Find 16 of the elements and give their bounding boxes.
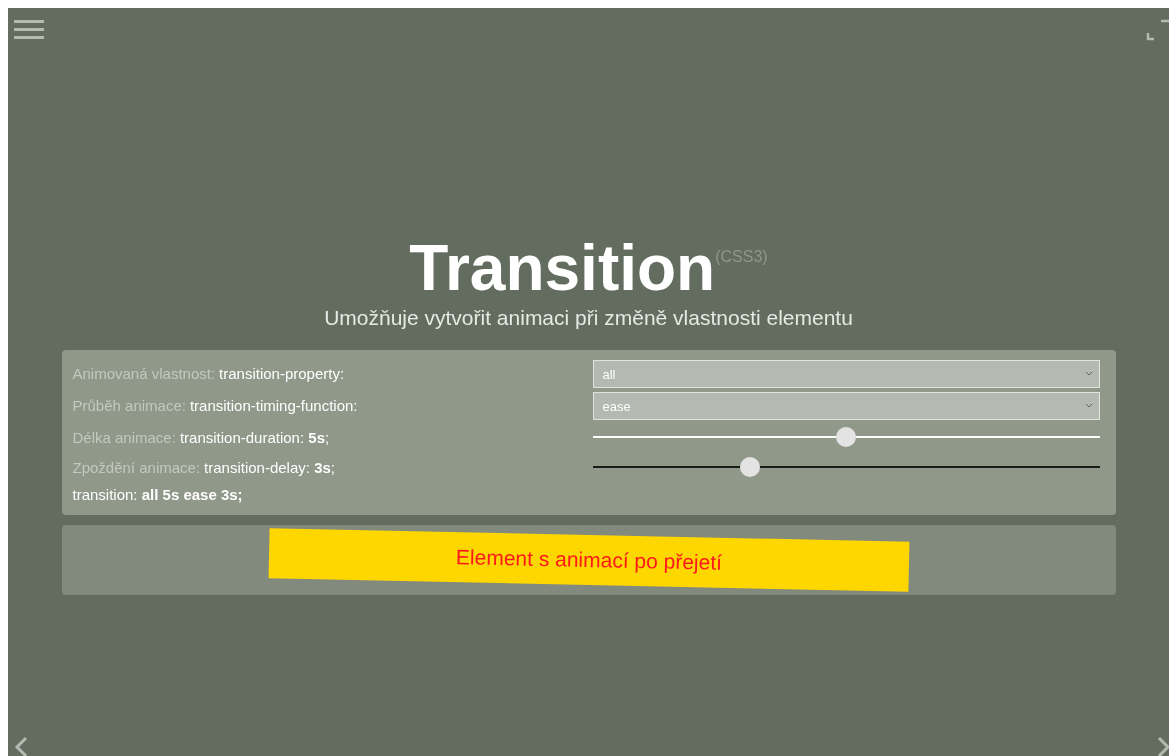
property-code: transition-property:	[219, 364, 345, 382]
chevron-down-icon	[1084, 403, 1093, 409]
chevron-down-icon	[1084, 371, 1093, 377]
property-code: transition-delay: 3s;	[204, 458, 335, 476]
animated-element[interactable]: Element s animací po přejetí	[268, 528, 909, 592]
slider-thumb[interactable]	[836, 427, 856, 447]
slider-thumb[interactable]	[739, 457, 760, 477]
fullscreen-icon[interactable]	[1144, 19, 1169, 41]
menu-icon[interactable]	[14, 20, 44, 40]
page-subtitle: Umožňuje vytvořit animaci při změně vlastnosti elementu	[324, 306, 853, 330]
select-field[interactable]: ease	[592, 392, 1100, 420]
property-code: transition-timing-function:	[189, 396, 358, 414]
select-field[interactable]: all	[592, 360, 1100, 388]
page-title: Transition	[409, 232, 716, 304]
transition-summary: transition: all 5s ease 3s;	[72, 486, 244, 503]
property-code: transition-duration: 5s;	[179, 428, 330, 446]
